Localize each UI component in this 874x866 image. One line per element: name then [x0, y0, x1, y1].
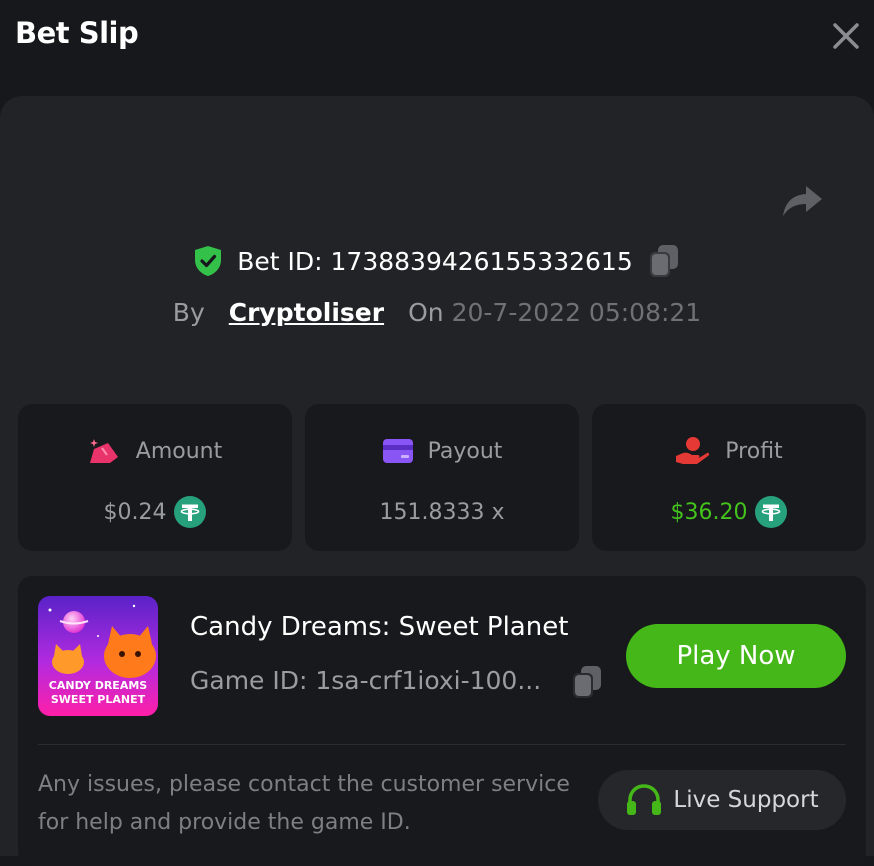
- close-button[interactable]: [830, 20, 862, 52]
- tether-icon: [755, 496, 788, 528]
- stat-card-amount: Amount $0.24: [18, 404, 292, 551]
- tether-icon: [174, 496, 207, 528]
- divider: [38, 744, 846, 745]
- stat-value-profit: $36.20: [670, 499, 748, 525]
- copy-icon: [573, 666, 601, 698]
- header: Bet Slip: [0, 0, 874, 96]
- card-icon: [382, 439, 413, 463]
- thumb-title-line2: SWEET PLANET: [51, 693, 146, 706]
- username-link[interactable]: Cryptoliser: [229, 298, 384, 327]
- bet-id-row: Bet ID: 1738839426155332615: [0, 240, 874, 282]
- game-id: Game ID: 1sa-crf1ioxi-100...: [190, 666, 542, 695]
- game-name: Candy Dreams: Sweet Planet: [190, 612, 569, 642]
- game-thumbnail-image: CANDY DREAMS SWEET PLANET: [38, 596, 158, 716]
- bet-id: Bet ID: 1738839426155332615: [237, 246, 633, 276]
- page-title: Bet Slip: [15, 16, 139, 50]
- bet-meta-row: By Cryptoliser On 20-7-2022 05:08:21: [0, 292, 874, 332]
- stat-card-profit: Profit $36.20: [592, 404, 866, 551]
- copy-game-id-button[interactable]: [570, 664, 604, 700]
- stat-label-profit: Profit: [725, 438, 783, 464]
- stat-value-payout: 151.8333 x: [379, 499, 505, 525]
- verified-shield-icon: [195, 246, 222, 276]
- thumb-title-line1: CANDY DREAMS: [49, 679, 147, 692]
- on-label: On: [408, 297, 444, 327]
- live-support-label: Live Support: [673, 787, 819, 813]
- share-button[interactable]: [780, 180, 824, 220]
- headset-icon: [627, 784, 662, 815]
- game-thumbnail[interactable]: CANDY DREAMS SWEET PLANET: [38, 596, 158, 716]
- share-icon: [783, 186, 822, 216]
- stat-label-payout: Payout: [427, 438, 503, 464]
- stat-card-payout: Payout 151.8333 x: [305, 404, 579, 551]
- game-card: CANDY DREAMS SWEET PLANET Candy Dreams: …: [18, 576, 866, 866]
- bet-datetime: 20-7-2022 05:08:21: [451, 297, 702, 327]
- close-icon: [833, 23, 859, 49]
- stat-label-amount: Amount: [135, 438, 223, 464]
- copy-bet-id-button[interactable]: [647, 243, 681, 279]
- copy-icon: [649, 245, 678, 277]
- stat-value-amount: $0.24: [103, 499, 167, 525]
- by-label: By: [172, 297, 205, 327]
- amount-icon: [89, 439, 118, 463]
- play-now-button[interactable]: Play Now: [626, 624, 846, 688]
- profit-hand-icon: [676, 437, 710, 464]
- support-notice: Any issues, please contact the customer …: [38, 772, 570, 835]
- live-support-button[interactable]: Live Support: [598, 770, 846, 830]
